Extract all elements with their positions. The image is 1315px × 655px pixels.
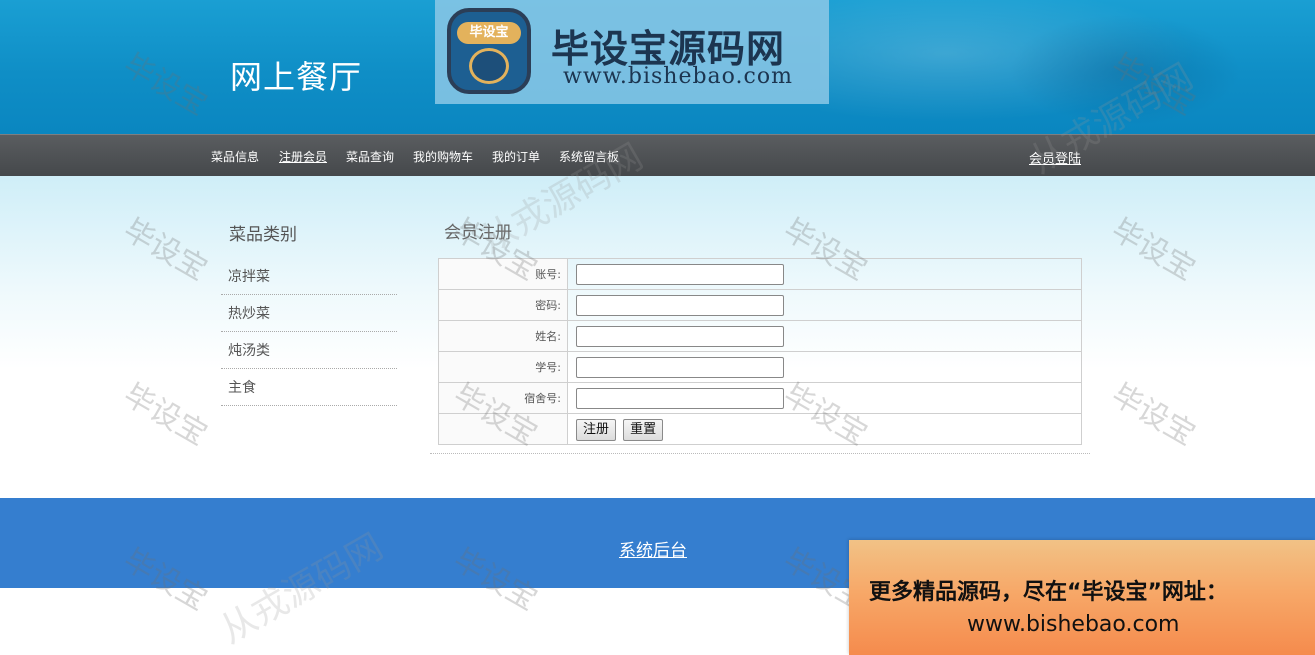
promo-text: 更多精品源码，尽在“毕设宝”网址： — [869, 580, 1228, 605]
student-id-label: 学号: — [438, 351, 568, 383]
student-id-input[interactable] — [576, 356, 784, 378]
site-title: 网上餐厅 — [230, 58, 363, 96]
logo-face-icon — [469, 48, 509, 84]
category-item[interactable]: 炖汤类 — [221, 332, 397, 369]
header-decoration — [1000, 10, 1250, 130]
sidebar-title: 菜品类别 — [229, 225, 297, 245]
nav-item-cart[interactable]: 我的购物车 — [413, 148, 473, 165]
register-button[interactable]: 注册 — [576, 418, 617, 441]
nav-item-register[interactable]: 注册会员 — [279, 148, 327, 165]
form-title: 会员注册 — [444, 223, 512, 243]
logo-url: www.bishebao.com — [563, 64, 793, 89]
admin-link[interactable]: 系统后台 — [619, 536, 687, 561]
nav-item-dish-search[interactable]: 菜品查询 — [346, 148, 394, 165]
dorm-input[interactable] — [576, 387, 784, 409]
password-label: 密码: — [438, 289, 568, 321]
main-nav: 菜品信息 注册会员 菜品查询 我的购物车 我的订单 系统留言板 会员登陆 — [0, 134, 1315, 176]
nav-item-message-board[interactable]: 系统留言板 — [559, 148, 619, 165]
promo-banner[interactable]: 更多精品源码，尽在“毕设宝”网址： www.bishebao.com — [849, 540, 1315, 655]
nav-item-orders[interactable]: 我的订单 — [492, 148, 540, 165]
password-input[interactable] — [576, 294, 784, 316]
site-header: 网上餐厅 毕设宝 毕设宝源码网 www.bishebao.com — [0, 0, 1315, 134]
promo-url: www.bishebao.com — [967, 612, 1180, 637]
category-item[interactable]: 热炒菜 — [221, 295, 397, 332]
category-item[interactable]: 主食 — [221, 369, 397, 406]
account-input[interactable] — [576, 263, 784, 285]
logo-emblem-icon: 毕设宝 — [447, 8, 531, 94]
name-label: 姓名: — [438, 320, 568, 352]
name-input[interactable] — [576, 325, 784, 347]
account-label: 账号: — [438, 258, 568, 290]
dorm-label: 宿舍号: — [438, 382, 568, 414]
nav-item-dish-info[interactable]: 菜品信息 — [211, 148, 259, 165]
register-form: 账号: 密码: 姓名: 学号: 宿舍号: 注册 重置 — [438, 258, 1082, 445]
member-login-link[interactable]: 会员登陆 — [1029, 148, 1081, 167]
reset-button[interactable]: 重置 — [623, 418, 664, 441]
form-divider — [430, 453, 1090, 454]
empty-label-cell — [438, 413, 568, 445]
logo-banner: 毕设宝 毕设宝源码网 www.bishebao.com — [435, 0, 829, 104]
category-item[interactable]: 凉拌菜 — [221, 258, 397, 295]
logo-emblem-text: 毕设宝 — [457, 22, 521, 44]
